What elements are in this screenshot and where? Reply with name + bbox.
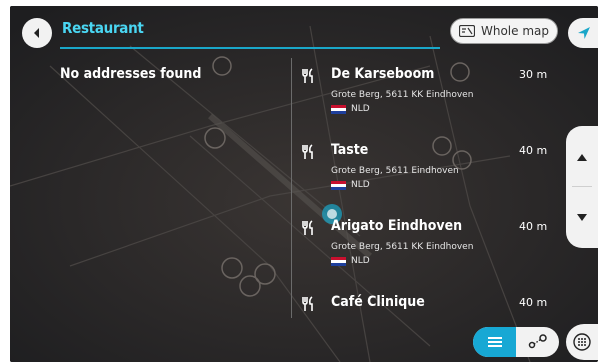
map-icon bbox=[458, 25, 475, 37]
result-distance: 40 m bbox=[519, 144, 548, 157]
map-view-button[interactable] bbox=[516, 327, 559, 357]
result-distance: 30 m bbox=[519, 68, 548, 81]
nld-flag-icon bbox=[331, 105, 346, 114]
nld-flag-icon bbox=[331, 181, 346, 190]
result-name: Arigato Eindhoven bbox=[331, 218, 463, 234]
keyboard-button[interactable] bbox=[566, 324, 598, 360]
result-country: NLD bbox=[351, 104, 370, 114]
fork-knife-icon bbox=[302, 220, 313, 235]
result-name: De Karseboom bbox=[331, 66, 435, 82]
result-distance: 40 m bbox=[519, 220, 548, 233]
back-arrow-icon bbox=[34, 28, 39, 38]
result-address: Grote Berg, 5611 KK Eindhoven bbox=[331, 90, 474, 100]
route-icon bbox=[528, 334, 547, 349]
scroll-down-button[interactable] bbox=[566, 187, 598, 248]
panel-divider bbox=[291, 58, 292, 318]
chevron-up-icon bbox=[577, 153, 587, 161]
no-addresses-message: No addresses found bbox=[60, 66, 202, 82]
fork-knife-icon bbox=[302, 68, 313, 83]
scroll-control bbox=[566, 126, 598, 248]
view-toggle bbox=[473, 327, 559, 357]
app-screen: Restaurant Whole map No addresses found … bbox=[10, 6, 598, 362]
search-underline bbox=[60, 47, 440, 49]
result-distance: 40 m bbox=[519, 296, 548, 309]
list-view-button[interactable] bbox=[473, 327, 516, 357]
search-query[interactable]: Restaurant bbox=[62, 19, 144, 37]
result-country: NLD bbox=[351, 180, 370, 190]
keypad-icon bbox=[573, 333, 591, 351]
list-icon bbox=[487, 337, 502, 347]
scroll-up-button[interactable] bbox=[566, 126, 598, 187]
nld-flag-icon bbox=[331, 257, 346, 266]
fork-knife-icon bbox=[302, 296, 313, 311]
fork-knife-icon bbox=[302, 144, 313, 159]
back-button[interactable] bbox=[22, 18, 52, 48]
navigate-button[interactable] bbox=[568, 18, 598, 48]
whole-map-button[interactable]: Whole map bbox=[450, 18, 558, 44]
result-name: Café Clinique bbox=[331, 294, 425, 310]
result-name: Taste bbox=[331, 142, 369, 158]
result-country: NLD bbox=[351, 256, 370, 266]
result-address: Grote Berg, 5611 KK Eindhoven bbox=[331, 242, 474, 252]
whole-map-label: Whole map bbox=[480, 24, 549, 38]
result-address: Grote Berg, 5611 Eindhoven bbox=[331, 166, 459, 176]
chevron-down-icon bbox=[577, 213, 587, 221]
navigation-arrow-icon bbox=[578, 27, 590, 39]
